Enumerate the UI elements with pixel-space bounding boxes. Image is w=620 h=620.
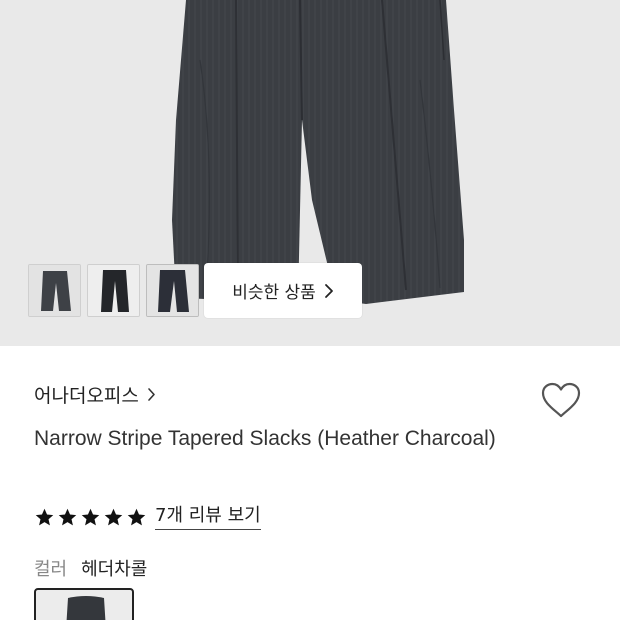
chevron-right-icon — [148, 388, 155, 401]
swatch-image — [66, 596, 106, 620]
option-row: 컬러 헤더차콜 — [34, 555, 147, 581]
thumbnail-2[interactable] — [87, 264, 140, 317]
star-rating — [34, 507, 147, 528]
thumbnail-1[interactable] — [28, 264, 81, 317]
star-filled-icon — [81, 508, 100, 526]
brand-link[interactable]: 어나더오피스 — [34, 381, 156, 408]
chevron-right-icon — [324, 283, 333, 298]
similar-products-button[interactable]: 비슷한 상품 — [204, 263, 362, 318]
star-filled-icon — [127, 508, 146, 526]
rating-row: 7개 리뷰 보기 — [34, 505, 261, 530]
product-main-image[interactable]: 비슷한 상품 — [0, 0, 620, 346]
option-label: 컬러 — [34, 559, 68, 580]
similar-products-label: 비슷한 상품 — [232, 283, 316, 303]
star-filled-icon — [58, 508, 77, 526]
brand-name: 어나더오피스 — [34, 385, 139, 407]
heart-outline-icon[interactable] — [540, 381, 582, 419]
thumbnail-3[interactable] — [146, 264, 199, 317]
review-link[interactable]: 7개 리뷰 보기 — [155, 505, 261, 530]
thumbnail-strip — [28, 264, 199, 317]
option-value: 헤더차콜 — [81, 559, 148, 580]
star-filled-icon — [35, 508, 54, 526]
color-swatch-selected[interactable] — [34, 588, 134, 620]
star-filled-icon — [104, 508, 123, 526]
product-title: Narrow Stripe Tapered Slacks (Heather Ch… — [34, 427, 496, 450]
